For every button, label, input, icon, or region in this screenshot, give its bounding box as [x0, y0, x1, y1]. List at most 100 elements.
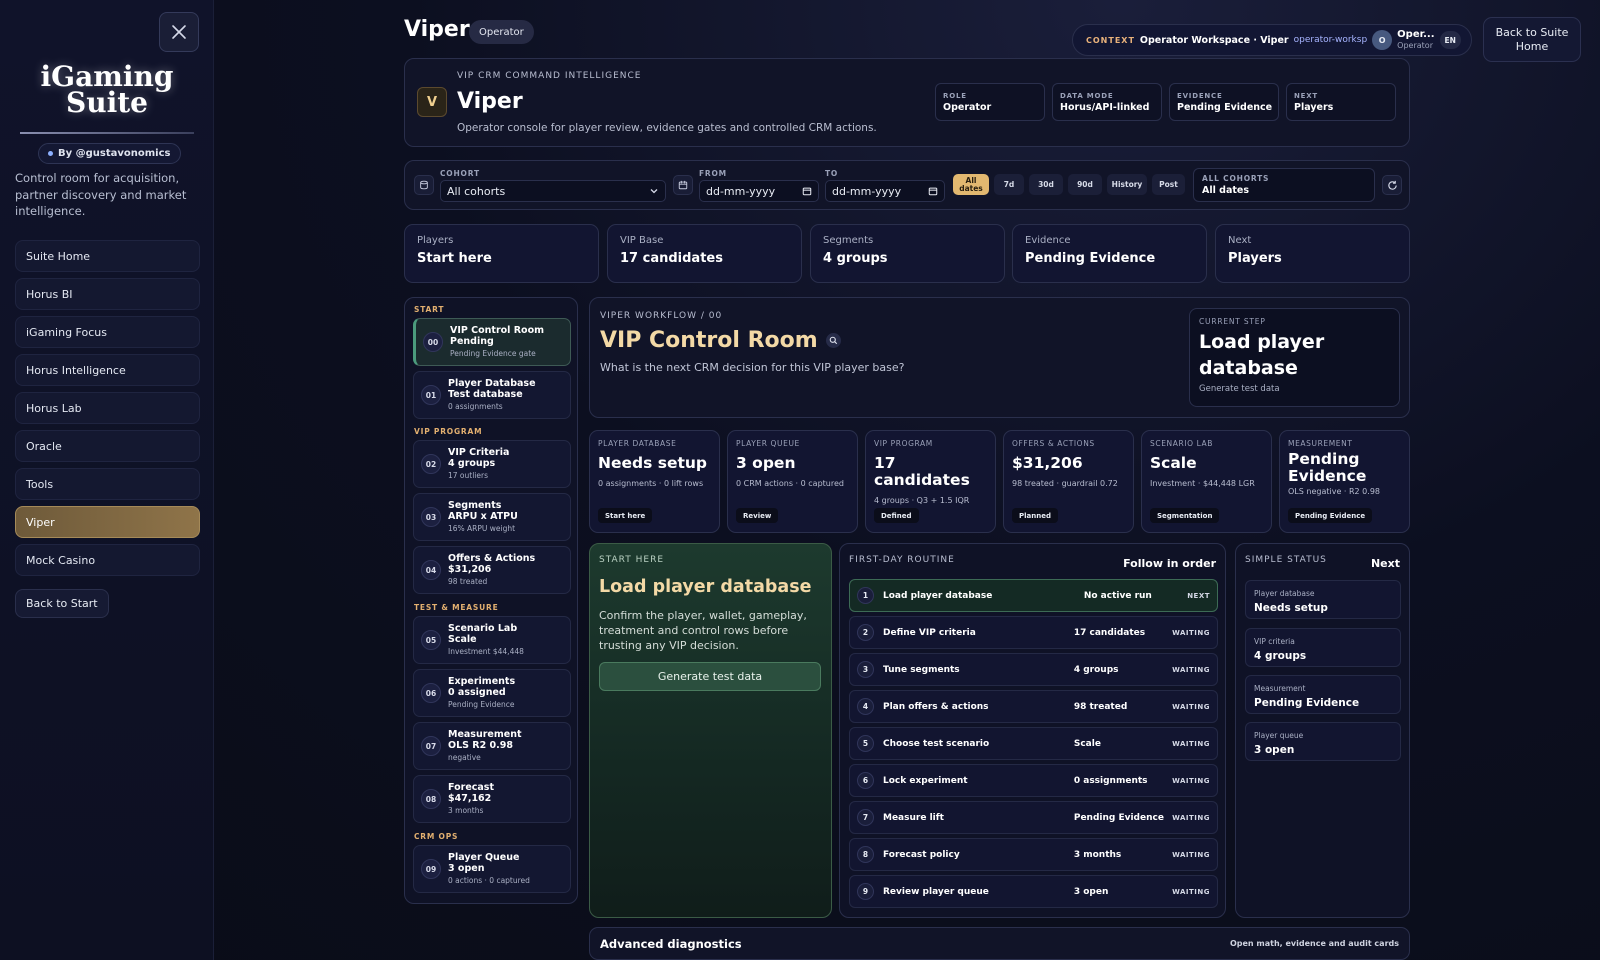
brand-logo: iGaming Suite: [20, 63, 194, 117]
range-chip-all-dates[interactable]: All dates: [953, 174, 989, 195]
avatar[interactable]: O: [1372, 30, 1393, 50]
hero-tag-value: Players: [1294, 102, 1334, 113]
sidebar-item-viper[interactable]: Viper: [15, 506, 200, 538]
step-item-08[interactable]: 08 Forecast $47,162 3 months: [413, 775, 571, 823]
routine-row[interactable]: 9 Review player queue 3 open WAITING: [849, 875, 1218, 908]
steps-section-crm-ops: CRM OPS: [414, 832, 459, 841]
sidebar-item-horus-bi[interactable]: Horus BI: [15, 278, 200, 310]
routine-number: 8: [857, 846, 874, 863]
language-toggle[interactable]: EN: [1439, 31, 1461, 49]
diagnostics-title: Advanced diagnostics: [600, 936, 742, 951]
routine-row[interactable]: 1 Load player database No active run NEXT: [849, 579, 1218, 612]
metric-value: Needs setup: [598, 454, 707, 472]
step-item-07[interactable]: 07 Measurement OLS R2 0.98 negative: [413, 722, 571, 770]
filter-summary-label: ALL COHORTS: [1202, 174, 1270, 183]
sidebar-item-mock-casino[interactable]: Mock Casino: [15, 544, 200, 576]
step-title: Offers & Actions: [448, 552, 536, 564]
metric-card-offers-actions[interactable]: OFFERS & ACTIONS $31,206 98 treated · guar…: [1003, 430, 1134, 533]
step-number: 02: [421, 454, 441, 474]
current-step-label: CURRENT STEP: [1199, 317, 1266, 326]
sidebar-item-horus-lab[interactable]: Horus Lab: [15, 392, 200, 424]
routine-row[interactable]: 3 Tune segments 4 groups WAITING: [849, 653, 1218, 686]
step-item-09[interactable]: 09 Player Queue 3 open 0 actions · 0 captu…: [413, 845, 571, 893]
routine-number: 4: [857, 698, 874, 715]
metric-card-player-database[interactable]: PLAYER DATABASE Needs setup 0 assignments …: [589, 430, 720, 533]
step-sub: 17 outliers: [448, 470, 488, 480]
advanced-diagnostics-toggle[interactable]: Advanced diagnostics Open math, evidence…: [589, 927, 1410, 960]
routine-hint: Follow in order: [1123, 557, 1216, 570]
metric-sub: 0 CRM actions · 0 captured: [736, 479, 844, 488]
sidebar-item-tools[interactable]: Tools: [15, 468, 200, 500]
sidebar-item-oracle[interactable]: Oracle: [15, 430, 200, 462]
brand-divider: [20, 132, 194, 134]
cohort-select[interactable]: All cohorts: [440, 180, 666, 202]
calendar-icon: [802, 187, 812, 196]
step-sub: Pending Evidence gate: [450, 348, 536, 358]
range-chip-post[interactable]: Post: [1152, 174, 1185, 195]
user-role: Operator: [1397, 41, 1433, 50]
reset-filter-button[interactable]: [1382, 175, 1402, 195]
search-icon[interactable]: [825, 333, 841, 348]
metric-card-scenario-lab[interactable]: SCENARIO LAB Scale Investment · $44,448 LG…: [1141, 430, 1272, 533]
status-dot-icon: [48, 151, 53, 156]
step-title: Measurement: [448, 728, 522, 740]
step-sub: 16% ARPU weight: [448, 523, 516, 533]
back-to-suite-home-button[interactable]: Back to Suite Home: [1483, 17, 1581, 62]
metric-card-measurement[interactable]: MEASUREMENT Pending Evidence OLS negative …: [1279, 430, 1410, 533]
calendar-icon: [928, 187, 938, 196]
kpi-card-evidence[interactable]: Evidence Pending Evidence: [1012, 224, 1207, 283]
routine-status: NEXT: [1187, 591, 1210, 600]
status-item-label: Player queue: [1254, 731, 1304, 740]
sidebar-item-suite-home[interactable]: Suite Home: [15, 240, 200, 272]
kpi-card-vip-base[interactable]: VIP Base 17 candidates: [607, 224, 802, 283]
range-chip-30d[interactable]: 30d: [1029, 174, 1063, 195]
kpi-card-segments[interactable]: Segments 4 groups: [810, 224, 1005, 283]
routine-row[interactable]: 6 Lock experiment 0 assignments WAITING: [849, 764, 1218, 797]
generate-test-data-button[interactable]: Generate test data: [599, 662, 821, 691]
range-chip-7d[interactable]: 7d: [994, 174, 1024, 195]
step-value: 0 assigned: [448, 687, 506, 699]
workflow-steps: START 00 VIP Control Room Pending Pending …: [404, 297, 578, 904]
context-bar[interactable]: CONTEXT Operator Workspace · Viper opera…: [1072, 24, 1472, 56]
step-item-02[interactable]: 02 VIP Criteria 4 groups 17 outliers: [413, 440, 571, 488]
routine-row[interactable]: 5 Choose test scenario Scale WAITING: [849, 727, 1218, 760]
author-badge-label: By @gustavonomics: [58, 148, 171, 159]
to-date-input[interactable]: dd-mm-yyyy: [825, 180, 945, 202]
back-to-start-button[interactable]: Back to Start: [15, 589, 109, 618]
close-sidebar-button[interactable]: [159, 12, 199, 52]
range-chip-90d[interactable]: 90d: [1068, 174, 1102, 195]
routine-row[interactable]: 7 Measure lift Pending Evidence WAITING: [849, 801, 1218, 834]
step-number: 05: [421, 630, 441, 650]
sidebar-item-horus-intelligence[interactable]: Horus Intelligence: [15, 354, 200, 386]
kpi-card-next[interactable]: Next Players: [1215, 224, 1410, 283]
status-item-label: Measurement: [1254, 684, 1306, 693]
step-item-00[interactable]: 00 VIP Control Room Pending Pending Eviden…: [413, 318, 571, 366]
cohort-icon: [414, 175, 434, 195]
routine-row[interactable]: 8 Forecast policy 3 months WAITING: [849, 838, 1218, 871]
step-item-03[interactable]: 03 Segments ARPU x ATPU 16% ARPU weight: [413, 493, 571, 541]
status-item: Measurement Pending Evidence: [1245, 675, 1401, 714]
step-sub: Pending Evidence: [448, 699, 515, 709]
routine-row[interactable]: 2 Define VIP criteria 17 candidates WAITING: [849, 616, 1218, 649]
sidebar-item-igaming-focus[interactable]: iGaming Focus: [15, 316, 200, 348]
metric-card-player-queue[interactable]: PLAYER QUEUE 3 open 0 CRM actions · 0 capt…: [727, 430, 858, 533]
routine-row[interactable]: 4 Plan offers & actions 98 treated WAITING: [849, 690, 1218, 723]
step-number: 04: [421, 560, 441, 580]
step-item-06[interactable]: 06 Experiments 0 assigned Pending Evidence: [413, 669, 571, 717]
current-step-title: Load player database: [1199, 331, 1325, 379]
metric-card-vip-program[interactable]: VIP PROGRAM 17 candidates 4 groups · Q3 + …: [865, 430, 996, 533]
step-item-04[interactable]: 04 Offers & Actions $31,206 98 treated: [413, 546, 571, 594]
step-value: $31,206: [448, 564, 492, 576]
step-item-05[interactable]: 05 Scenario Lab Scale Investment $44,448: [413, 616, 571, 664]
metric-value: Pending Evidence: [1288, 450, 1367, 485]
start-here-description: Confirm the player, wallet, gameplay, tr…: [599, 609, 807, 652]
from-date-value: dd-mm-yyyy: [706, 184, 776, 198]
from-date-input[interactable]: dd-mm-yyyy: [699, 180, 819, 202]
range-chip-history[interactable]: History: [1107, 174, 1147, 195]
author-badge[interactable]: By @gustavonomics: [38, 143, 181, 164]
kpi-card-players[interactable]: Players Start here: [404, 224, 599, 283]
step-item-01[interactable]: 01 Player Database Test database 0 assignm…: [413, 371, 571, 419]
routine-title: Tune segments: [883, 664, 960, 675]
routine-status: WAITING: [1172, 813, 1210, 822]
metric-badge: Defined: [874, 508, 919, 523]
